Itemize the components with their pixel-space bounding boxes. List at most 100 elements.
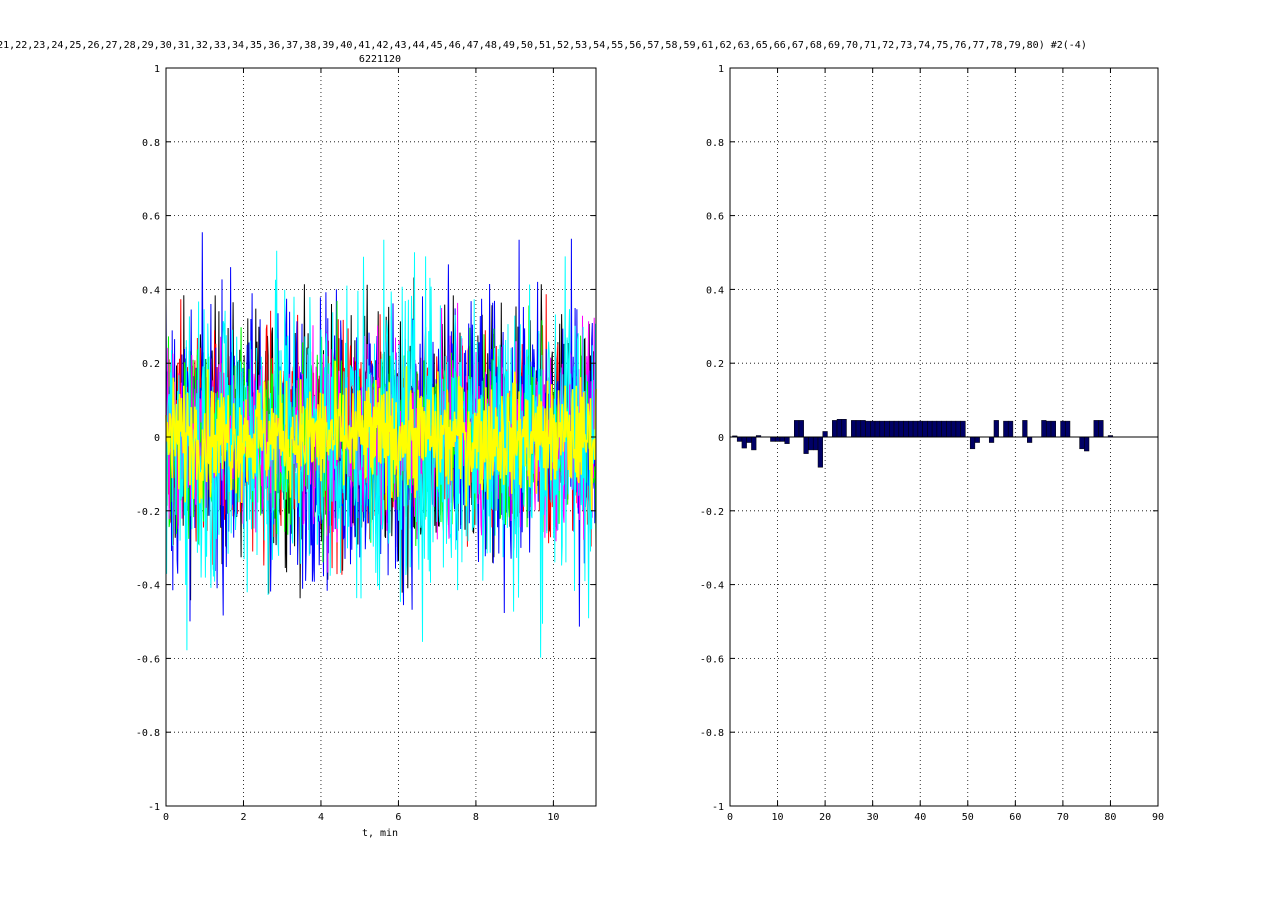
- left-ytick-label: 1: [154, 64, 160, 75]
- bar-52: [974, 436, 980, 443]
- bar-14: [793, 420, 800, 438]
- bar-23: [836, 419, 842, 438]
- right-ytick-label: -0.6: [700, 654, 724, 665]
- right-ytick-label: 0.4: [706, 285, 724, 296]
- right-xtick-label: 80: [1104, 812, 1116, 823]
- right-ytick-label: 0.8: [706, 138, 724, 149]
- bar-3: [741, 436, 747, 449]
- bar-56: [993, 420, 999, 438]
- left-axes-signal-plot: 0 2 4 6 8 10-1-0.8-0.6-0.4-0.200.20.40.60.81 …: [136, 64, 597, 839]
- bar-10: [774, 436, 781, 442]
- left-ytick-label: 0.6: [142, 212, 160, 223]
- bar-45: [941, 420, 947, 438]
- bar-70: [1060, 420, 1066, 438]
- right-axes-bar-plot: 0 10 20 30 40 50 60 70 80 90 -1 -0.8 -0.6 -0.4 -0.2 0 0.…: [700, 64, 1164, 823]
- left-xtick-label: 10: [547, 812, 559, 823]
- bar-29: [865, 420, 871, 438]
- bar-4: [746, 436, 752, 443]
- right-xtick-label: 70: [1057, 812, 1069, 823]
- left-xtick-label: 8: [473, 812, 479, 823]
- right-ytick-label: -0.4: [700, 581, 724, 592]
- right-ytick-label: 0: [718, 433, 724, 444]
- bar-46: [946, 420, 952, 438]
- left-axes-xlabel: t, min: [362, 828, 398, 839]
- right-xtick-label: 60: [1009, 812, 1021, 823]
- bar-24: [841, 419, 847, 438]
- bar-27: [855, 420, 861, 438]
- right-ytick-label: 0.6: [706, 212, 724, 223]
- right-ytick-label: -1: [712, 802, 724, 813]
- figure-title-line1: 21,22,23,24,25,26,27,28,29,30,31,32,33,3…: [0, 40, 1087, 51]
- right-xtick-label: 50: [962, 812, 974, 823]
- bar-12: [784, 436, 790, 444]
- bar-20: [822, 431, 828, 438]
- bar-37: [903, 420, 909, 438]
- bar-28: [860, 420, 866, 438]
- bar-59: [1007, 420, 1014, 438]
- left-xtick-label: 4: [318, 812, 324, 823]
- bar-33: [884, 420, 890, 438]
- bar-49: [960, 420, 966, 438]
- bar-11: [779, 436, 785, 442]
- bar-17: [808, 436, 814, 451]
- figure-title-line2: 6221120: [359, 54, 401, 65]
- right-xtick-label: 10: [772, 812, 784, 823]
- bar-34: [889, 420, 895, 438]
- bar-39: [912, 420, 919, 438]
- right-xtick-label: 90: [1152, 812, 1164, 823]
- bar-38: [908, 420, 914, 438]
- bar-67: [1046, 420, 1052, 438]
- bar-42: [927, 420, 933, 438]
- bar-15: [798, 420, 804, 438]
- bar-48: [955, 420, 961, 438]
- bar-74: [1079, 436, 1085, 450]
- bar-31: [874, 420, 881, 438]
- bar-9: [770, 436, 776, 442]
- right-ytick-label: 0.2: [706, 359, 724, 370]
- bar-43: [931, 420, 938, 438]
- right-ytick-label: -0.8: [700, 728, 724, 739]
- left-ytick-label: -0.4: [136, 581, 160, 592]
- left-ytick-label: 0.4: [142, 285, 160, 296]
- left-ytick-label: 0.2: [142, 359, 160, 370]
- bar-51: [969, 436, 976, 450]
- left-ytick-label: -0.2: [136, 507, 160, 518]
- bar-30: [870, 420, 876, 438]
- left-xtick-label: 2: [240, 812, 246, 823]
- bar-35: [893, 420, 900, 438]
- bar-18: [813, 436, 819, 451]
- left-xtick-label: 0: [163, 812, 169, 823]
- bar-5: [751, 436, 757, 451]
- right-xtick-label: 0: [727, 812, 733, 823]
- bar-68: [1050, 420, 1056, 438]
- bar-78: [1098, 420, 1104, 438]
- right-xtick-label: 40: [914, 812, 926, 823]
- right-xtick-label: 20: [819, 812, 831, 823]
- bar-16: [803, 436, 809, 454]
- left-ytick-label: -1: [148, 802, 160, 813]
- bar-40: [917, 420, 923, 438]
- figure-canvas: 21,22,23,24,25,26,27,28,29,30,31,32,33,3…: [0, 40, 1164, 839]
- left-ytick-label: 0: [154, 433, 160, 444]
- bar-66: [1041, 420, 1047, 438]
- bar-26: [851, 420, 857, 438]
- bar-22: [832, 420, 838, 438]
- bar-41: [922, 420, 928, 438]
- bar-2: [736, 436, 743, 442]
- left-xtick-label: 6: [395, 812, 401, 823]
- right-ytick-label: -0.2: [700, 507, 724, 518]
- bar-71: [1065, 420, 1071, 438]
- right-xtick-label: 30: [867, 812, 879, 823]
- bar-63: [1027, 436, 1033, 443]
- bar-47: [950, 420, 957, 438]
- bar-77: [1093, 420, 1099, 438]
- bar-58: [1003, 420, 1009, 438]
- left-ytick-label: 0.8: [142, 138, 160, 149]
- left-ytick-label: -0.6: [136, 654, 160, 665]
- right-ytick-label: 1: [718, 64, 724, 75]
- bar-55: [988, 436, 995, 443]
- bar-36: [898, 420, 904, 438]
- bar-19: [817, 436, 823, 468]
- left-ytick-label: -0.8: [136, 728, 160, 739]
- bar-44: [936, 420, 942, 438]
